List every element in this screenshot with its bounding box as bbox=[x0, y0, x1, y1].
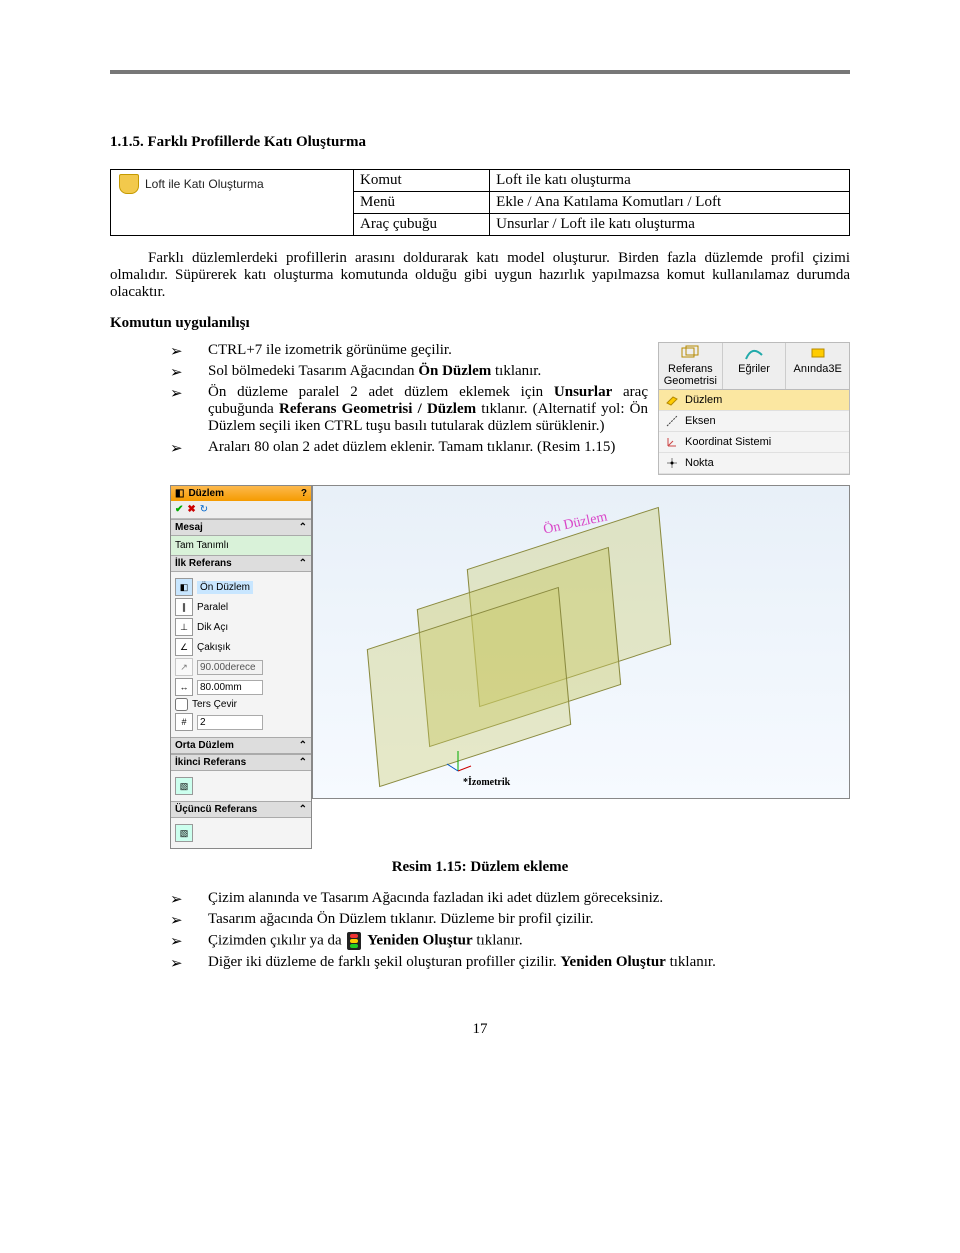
ref-row[interactable]: # bbox=[175, 713, 307, 731]
row-key: Araç çubuğu bbox=[354, 214, 490, 236]
step-item: Çizim alanında ve Tasarım Ağacında fazla… bbox=[170, 890, 850, 907]
row-val: Loft ile katı oluşturma bbox=[490, 170, 850, 192]
angle-icon: ↗ bbox=[175, 658, 193, 676]
steps-list-2: Çizim alanında ve Tasarım Ağacında fazla… bbox=[110, 890, 850, 971]
command-icon-cell: Loft ile Katı Oluşturma bbox=[111, 170, 354, 236]
row-key: Komut bbox=[354, 170, 490, 192]
step-item: Ön düzleme paralel 2 adet düzlem eklemek… bbox=[170, 384, 850, 435]
step-item: Tasarım ağacında Ön Düzlem tıklanır. Düz… bbox=[170, 911, 850, 928]
angle-input bbox=[197, 660, 263, 675]
section-header[interactable]: İkinci Referans⌃ bbox=[171, 754, 311, 771]
row-key: Menü bbox=[354, 192, 490, 214]
ref-row[interactable]: ↗ bbox=[175, 658, 307, 676]
subheading: Komutun uygulanılışı bbox=[110, 315, 850, 332]
step-item: Sol bölmedeki Tasarım Ağacından Ön Düzle… bbox=[170, 363, 850, 380]
panel-title-bar: ◧ Düzlem ? bbox=[171, 486, 311, 501]
message-body: Tam Tanımlı bbox=[171, 536, 311, 555]
row-val: Ekle / Ana Katılama Komutları / Loft bbox=[490, 192, 850, 214]
ref-row[interactable]: ∥Paralel bbox=[175, 598, 307, 616]
section-header[interactable]: İlk Referans⌃ bbox=[171, 555, 311, 572]
ok-cancel-row: ✔ ✖ ↻ bbox=[171, 501, 311, 519]
section-header[interactable]: Orta Düzlem⌃ bbox=[171, 737, 311, 754]
ref-row[interactable]: ◧Ön Düzlem bbox=[175, 578, 307, 596]
cancel-button[interactable]: ✖ bbox=[187, 504, 195, 515]
cad-viewport: Ön Düzlem *İzometrik bbox=[312, 485, 850, 799]
loft-button-sample: Loft ile Katı Oluşturma bbox=[117, 172, 347, 196]
iso-label: *İzometrik bbox=[463, 777, 510, 788]
coincident-icon: ∠ bbox=[175, 638, 193, 656]
plane-property-panel: ◧ Düzlem ? ✔ ✖ ↻ Mesaj⌃ Tam Tanımlı İlk … bbox=[170, 485, 312, 849]
cube-icon: ▧ bbox=[175, 777, 193, 795]
parallel-icon: ∥ bbox=[175, 598, 193, 616]
command-table: Loft ile Katı Oluşturma Komut Loft ile k… bbox=[110, 169, 850, 236]
preview-button[interactable]: ↻ bbox=[200, 504, 208, 515]
rebuild-icon bbox=[347, 932, 361, 950]
ref-item-point[interactable]: Nokta bbox=[659, 453, 849, 474]
offset-icon: ↔ bbox=[175, 678, 193, 696]
ok-button[interactable]: ✔ bbox=[175, 504, 183, 515]
section-heading: 1.1.5. Farklı Profillerde Katı Oluşturma bbox=[110, 134, 850, 151]
cad-screenshot: ◧ Düzlem ? ✔ ✖ ↻ Mesaj⌃ Tam Tanımlı İlk … bbox=[170, 485, 850, 849]
entity-icon: ◧ bbox=[175, 578, 193, 596]
perpendicular-icon: ⊥ bbox=[175, 618, 193, 636]
step-item: Diğer iki düzleme de farklı şekil oluştu… bbox=[170, 954, 850, 971]
step-item: Araları 80 olan 2 adet düzlem eklenir. T… bbox=[170, 439, 850, 456]
figure-caption: Resim 1.15: Düzlem ekleme bbox=[110, 859, 850, 876]
plane-small-icon: ◧ bbox=[175, 488, 184, 499]
second-ref-body: ▧ bbox=[171, 771, 311, 801]
header-rule bbox=[110, 70, 850, 74]
step-item: Çizimden çıkılır ya da Yeniden Oluştur t… bbox=[170, 932, 850, 950]
ref-row[interactable]: ⊥Dik Açı bbox=[175, 618, 307, 636]
row-val: Unsurlar / Loft ile katı oluşturma bbox=[490, 214, 850, 236]
paragraph-intro: Farklı düzlemlerdeki profillerin arasını… bbox=[110, 250, 850, 301]
loft-button-label: Loft ile Katı Oluşturma bbox=[145, 177, 264, 191]
ref-row[interactable]: ↔ bbox=[175, 678, 307, 696]
flip-checkbox[interactable] bbox=[175, 698, 188, 711]
page-number: 17 bbox=[110, 1021, 850, 1038]
count-icon: # bbox=[175, 713, 193, 731]
step-item: CTRL+7 ile izometrik görünüme geçilir. bbox=[170, 342, 850, 359]
section-header[interactable]: Üçüncü Referans⌃ bbox=[171, 801, 311, 818]
third-ref-body: ▧ bbox=[171, 818, 311, 848]
section-header[interactable]: Mesaj⌃ bbox=[171, 519, 311, 536]
loft-icon bbox=[119, 174, 139, 194]
ref-row[interactable]: Ters Çevir bbox=[175, 698, 307, 711]
count-input[interactable] bbox=[197, 715, 263, 730]
cube-icon: ▧ bbox=[175, 824, 193, 842]
first-ref-body: ◧Ön Düzlem ∥Paralel ⊥Dik Açı ∠Çakışık ↗ … bbox=[171, 572, 311, 737]
document-page: 1.1.5. Farklı Profillerde Katı Oluşturma… bbox=[0, 0, 960, 1098]
offset-input[interactable] bbox=[197, 680, 263, 695]
point-icon bbox=[665, 456, 679, 470]
ref-row[interactable]: ∠Çakışık bbox=[175, 638, 307, 656]
axis-triad bbox=[443, 746, 473, 778]
help-icon[interactable]: ? bbox=[301, 488, 307, 499]
